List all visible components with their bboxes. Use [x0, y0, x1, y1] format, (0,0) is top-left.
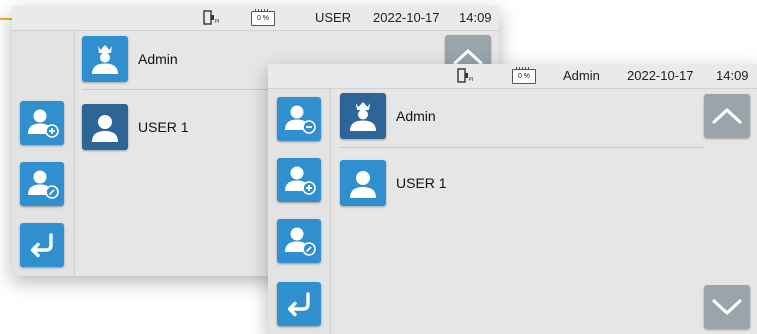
svg-text:PE: PE — [469, 77, 474, 83]
status-time: 14:09 — [459, 10, 492, 25]
divider — [340, 147, 705, 148]
status-date: 2022-10-17 — [373, 10, 440, 25]
battery-indicator: 0 % — [251, 9, 275, 26]
user-icon — [92, 115, 118, 142]
avatar — [340, 93, 386, 139]
remove-user-button[interactable] — [277, 97, 321, 141]
plug-icon: PE — [203, 10, 219, 25]
user-row-user1[interactable]: USER 1 — [82, 104, 189, 150]
user-row-admin[interactable]: Admin — [340, 93, 436, 139]
user-name: USER 1 — [396, 175, 447, 191]
user-name: USER 1 — [138, 119, 189, 135]
admin-crown-icon — [92, 45, 118, 74]
user-icon — [350, 171, 376, 198]
avatar — [340, 160, 386, 206]
add-user-button[interactable] — [20, 101, 64, 145]
status-user: Admin — [563, 68, 600, 83]
front-screen: PE 0 % Admin 2022-10-17 14:09 — [268, 64, 757, 334]
plug-icon: PE — [457, 68, 473, 83]
add-user-icon — [285, 166, 316, 195]
user-row-admin[interactable]: Admin — [82, 36, 178, 82]
chevron-up-icon — [712, 108, 742, 124]
scroll-up-button[interactable] — [704, 94, 750, 138]
back-button[interactable] — [277, 282, 321, 326]
status-bar: PE 0 % Admin 2022-10-17 14:09 — [268, 64, 757, 89]
sidebar — [268, 89, 331, 334]
chevron-down-icon — [712, 299, 742, 315]
user-row-user1[interactable]: USER 1 — [340, 160, 447, 206]
edit-user-icon — [285, 227, 316, 256]
sidebar — [12, 31, 75, 276]
add-user-icon — [28, 109, 59, 138]
scroll-down-button[interactable] — [704, 285, 750, 329]
edit-user-icon — [28, 170, 59, 199]
avatar — [82, 104, 128, 150]
avatar — [82, 36, 128, 82]
status-user: USER — [315, 10, 352, 25]
user-name: Admin — [396, 108, 436, 124]
add-user-button[interactable] — [277, 158, 321, 202]
svg-text:PE: PE — [215, 19, 220, 25]
edit-user-button[interactable] — [20, 162, 64, 206]
back-button[interactable] — [20, 223, 64, 267]
battery-indicator: 0 % — [512, 67, 536, 84]
back-arrow-icon — [287, 292, 310, 317]
status-time: 14:09 — [716, 68, 749, 83]
edit-user-button[interactable] — [277, 219, 321, 263]
status-bar: PE 0 % USER 2022-10-17 14:09 — [12, 6, 499, 31]
user-name: Admin — [138, 51, 178, 67]
status-date: 2022-10-17 — [627, 68, 694, 83]
remove-user-icon — [285, 105, 316, 134]
admin-crown-icon — [350, 102, 376, 131]
back-arrow-icon — [30, 233, 53, 258]
